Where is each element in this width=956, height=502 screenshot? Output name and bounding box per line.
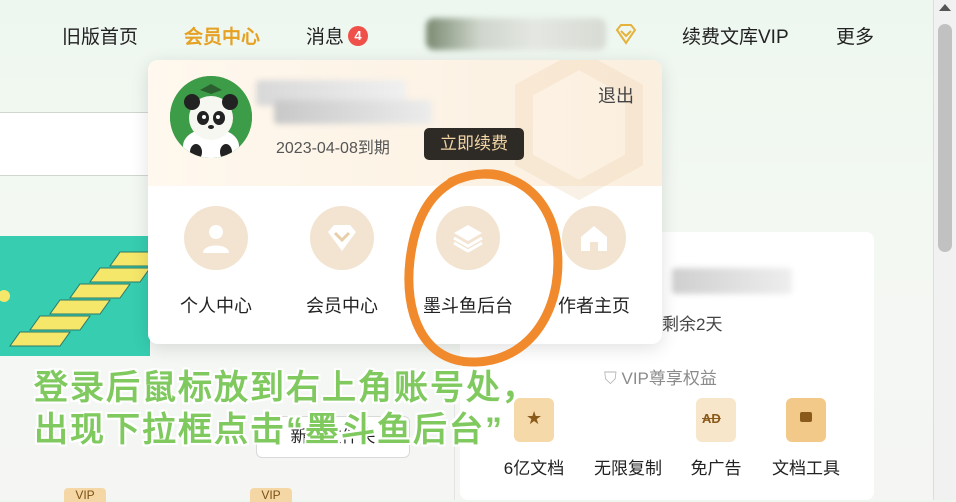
watermark-logo (515, 60, 643, 200)
account-dropdown: 2023-04-08到期 立即续费 退出 个人中心 会员中心 墨斗鱼后台 作者主… (148, 60, 662, 344)
vip-expire-date: 2023-04-08到期 (276, 140, 390, 157)
vertical-scrollbar[interactable] (933, 0, 956, 500)
logout-link[interactable]: 退出 (598, 82, 634, 108)
no-ad-icon: AD (696, 398, 736, 442)
scroll-up-arrow-icon[interactable] (939, 4, 951, 11)
account-avatar-name-blurred[interactable] (426, 18, 606, 50)
panda-avatar-icon (170, 76, 252, 158)
tool-docs[interactable]: ★ 6亿文档 (494, 398, 574, 479)
nav-old-home[interactable]: 旧版首页 (62, 22, 138, 49)
nav-member-center[interactable]: 会员中心 (184, 22, 260, 49)
menu-item-modouyu-backend[interactable]: 墨斗鱼后台 (418, 206, 518, 318)
nav-more[interactable]: 更多 (836, 22, 874, 49)
menu-item-author-home[interactable]: 作者主页 (544, 206, 644, 318)
renew-button[interactable]: 立即续费 (424, 128, 524, 160)
home-icon (562, 206, 626, 270)
message-count-badge: 4 (348, 26, 369, 46)
tool-noad-label: 免广告 (690, 459, 742, 478)
person-icon (184, 206, 248, 270)
username-blurred-2 (274, 100, 432, 124)
copy-icon (608, 398, 648, 442)
vip-rights-title: ⛉ VIP尊享权益 (604, 364, 717, 389)
avatar[interactable] (170, 76, 252, 158)
promo-banner[interactable] (0, 236, 150, 356)
menu-item-label: 墨斗鱼后台 (423, 296, 513, 316)
tool-copy-label: 无限复制 (594, 459, 662, 478)
menu-item-member-center[interactable]: 会员中心 (292, 206, 392, 318)
vip-diamond-icon (615, 24, 637, 45)
annotation-line-2: 出现下拉框点击“墨斗鱼后台” (34, 411, 504, 449)
vip-card-name-blurred (672, 268, 792, 294)
menu-item-label: 个人中心 (180, 296, 252, 316)
stairs-illustration (0, 236, 150, 356)
menu-item-label: 作者主页 (558, 296, 630, 316)
scroll-thumb[interactable] (938, 24, 952, 252)
menu-item-personal-center[interactable]: 个人中心 (166, 206, 266, 318)
account-header: 2023-04-08到期 立即续费 退出 (148, 60, 662, 200)
search-panel (0, 112, 151, 176)
tool-noad[interactable]: AD 免广告 (676, 398, 756, 479)
vip-diamond-icon (310, 206, 374, 270)
layers-icon (436, 206, 500, 270)
nav-messages-label: 消息 (306, 27, 345, 48)
toolbox-icon (786, 398, 826, 442)
tool-docs-label: 6亿文档 (503, 459, 565, 478)
nav-messages[interactable]: 消息 4 (306, 22, 369, 49)
vip-rights-label: VIP尊享权益 (621, 369, 717, 388)
top-nav: 旧版首页 会员中心 消息 4 续费文库VIP 更多 (0, 0, 956, 68)
menu-item-label: 会员中心 (306, 296, 378, 316)
tool-copy[interactable]: 无限复制 (588, 398, 668, 479)
tool-doc-tools[interactable]: 文档工具 (766, 398, 846, 479)
tool-doc-tools-label: 文档工具 (772, 459, 840, 478)
nav-renew-vip[interactable]: 续费文库VIP (682, 22, 789, 49)
shield-icon: ⛉ (604, 369, 622, 388)
vip-remaining-days: 剩余2天 (662, 315, 723, 334)
